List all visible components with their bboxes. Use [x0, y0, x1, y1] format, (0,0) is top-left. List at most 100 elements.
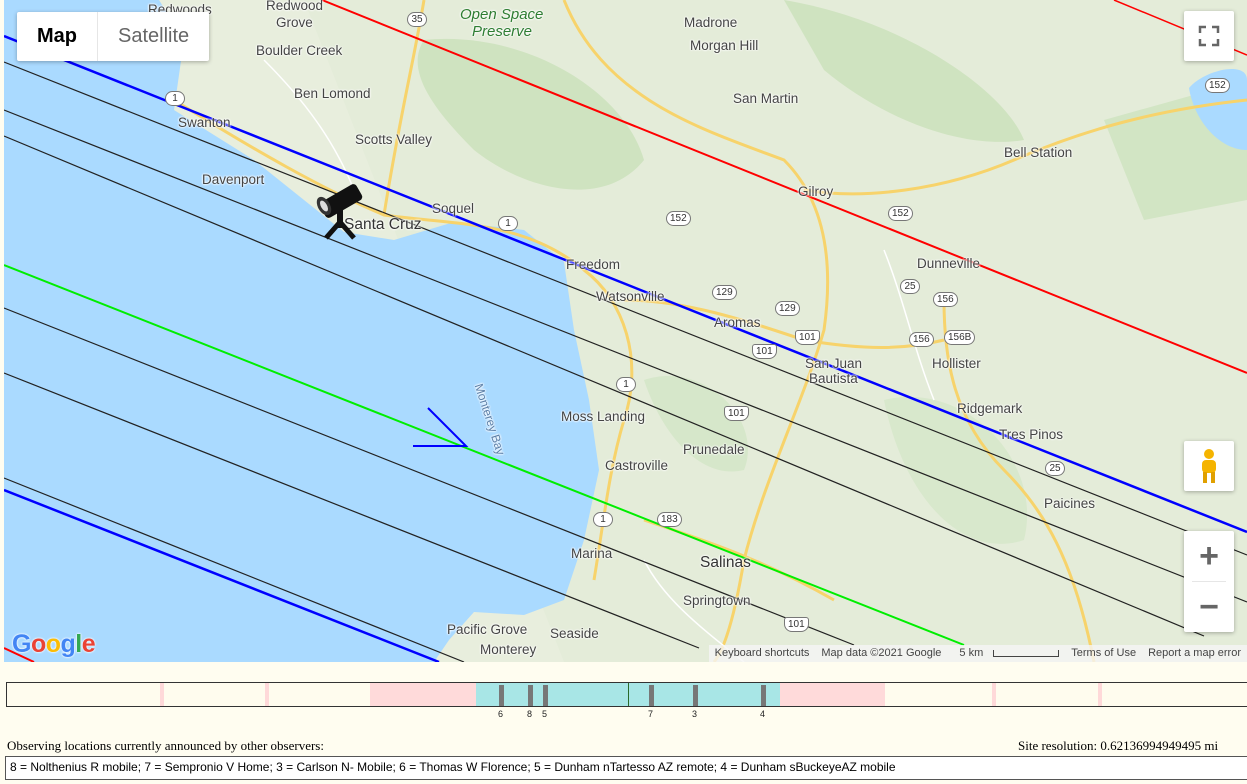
pegman-icon [1202, 449, 1216, 483]
route-shield-icon: 35 [407, 12, 427, 27]
route-shield-icon: 152 [666, 211, 691, 226]
place-label: Moss Landing [561, 409, 646, 424]
place-label: Open Space [460, 6, 544, 23]
route-shield-icon: 1 [498, 216, 518, 231]
telescope-marker-icon[interactable] [310, 172, 372, 240]
route-shield-icon: 101 [784, 617, 809, 632]
place-label: Swanton [178, 115, 231, 130]
place-label: Dunneville [917, 256, 981, 271]
place-label: Soquel [432, 201, 475, 216]
observers-caption: Observing locations currently announced … [7, 738, 324, 753]
place-label: Madrone [684, 15, 738, 30]
route-shield-icon: 101 [752, 344, 777, 359]
tick-label: 7 [648, 709, 654, 719]
place-label: Castroville [605, 458, 669, 473]
observer-tick-5[interactable] [543, 685, 548, 706]
timeline-zone [370, 683, 476, 706]
route-shield-icon: 183 [657, 512, 682, 527]
route-shield-icon: 25 [900, 279, 920, 294]
place-label: San Martin [733, 91, 799, 106]
fullscreen-button[interactable] [1184, 11, 1234, 61]
place-label: Boulder Creek [256, 43, 343, 58]
place-label: Tres Pinos [999, 427, 1064, 442]
place-label: Preserve [472, 23, 533, 40]
tick-label: 4 [760, 709, 766, 719]
place-label: Morgan Hill [690, 38, 759, 53]
observer-tick-7[interactable] [649, 685, 654, 706]
tick-label: 8 [527, 709, 533, 719]
report-map-error-link[interactable]: Report a map error [1142, 645, 1247, 662]
scale-bar [993, 649, 1060, 657]
site-resolution-label: Site resolution: 0.62136994949495 mi [1018, 738, 1219, 753]
place-label: San Juan [805, 356, 863, 371]
route-shield-icon: 156 [909, 332, 934, 347]
place-label: Bell Station [1004, 145, 1073, 160]
place-label: Davenport [202, 172, 265, 187]
route-shield-icon: 25 [1045, 461, 1065, 476]
place-label: Grove [276, 15, 313, 30]
place-label: Paicines [1044, 496, 1096, 511]
map-type-control: Map Satellite [17, 12, 210, 61]
place-label: Salinas [700, 554, 751, 571]
fullscreen-icon [1198, 25, 1220, 47]
place-label: Watsonville [596, 289, 665, 304]
map-type-map-button[interactable]: Map [17, 12, 97, 61]
keyboard-shortcuts-link[interactable]: Keyboard shortcuts [709, 645, 816, 662]
timeline-zone [1098, 683, 1102, 706]
observer-tick-4[interactable] [761, 685, 766, 706]
place-label: Prunedale [683, 442, 745, 457]
route-shield-icon: 152 [888, 206, 913, 221]
place-label: Monterey [480, 642, 537, 657]
route-shield-icon: 101 [795, 330, 820, 345]
route-shield-icon: 129 [775, 301, 800, 316]
place-label: Seaside [550, 626, 599, 641]
observers-list-field[interactable]: 8 = Nolthenius R mobile; 7 = Sempronio V… [5, 756, 1247, 780]
route-shield-icon: 1 [616, 377, 636, 392]
timeline-zone [780, 683, 885, 706]
place-label: Springtown [683, 593, 751, 608]
map-base [4, 0, 1247, 662]
zoom-out-button[interactable]: − [1184, 582, 1234, 632]
place-label: Gilroy [798, 184, 834, 199]
map-canvas[interactable]: Redwoods Redwood Grove Boulder Creek Ben Lom… [4, 0, 1247, 662]
place-label: Pacific Grove [447, 622, 528, 637]
place-label: Aromas [714, 315, 761, 330]
timeline-zone [160, 683, 164, 706]
tick-label: 5 [542, 709, 548, 719]
observer-tick-3[interactable] [693, 685, 698, 706]
timeline-zone [265, 683, 269, 706]
route-shield-icon: 156B [944, 330, 976, 345]
route-shield-icon: 129 [712, 285, 737, 300]
minus-icon: − [1199, 587, 1219, 626]
street-view-pegman-button[interactable] [1184, 441, 1234, 491]
map-attribution-bar: Keyboard shortcuts Map data ©2021 Google… [708, 645, 1247, 662]
timeline-centerline [628, 683, 629, 706]
place-label: Scotts Valley [355, 132, 433, 147]
route-shield-icon: 1 [593, 512, 613, 527]
route-shield-icon: 152 [1205, 78, 1230, 93]
observer-timeline[interactable] [6, 682, 1247, 707]
route-shield-icon: 101 [724, 406, 749, 421]
place-label: Bautista [809, 371, 858, 386]
map-type-satellite-button[interactable]: Satellite [97, 12, 209, 61]
zoom-control: + − [1184, 531, 1234, 632]
observer-tick-6[interactable] [499, 685, 504, 706]
place-label: Hollister [932, 356, 981, 371]
place-label: Freedom [566, 257, 621, 272]
place-label: Marina [571, 546, 613, 561]
place-label: Ridgemark [957, 401, 1023, 416]
scale-control[interactable]: 5 km [947, 645, 1065, 662]
place-label: Redwood [266, 0, 324, 13]
route-shield-icon: 1 [165, 91, 185, 106]
tick-label: 3 [692, 709, 698, 719]
terms-of-use-link[interactable]: Terms of Use [1065, 645, 1142, 662]
tick-label: 6 [498, 709, 504, 719]
place-label: Ben Lomond [294, 86, 371, 101]
map-data-credit: Map data ©2021 Google [821, 647, 942, 659]
observer-tick-8[interactable] [528, 685, 533, 706]
plus-icon: + [1199, 536, 1219, 575]
timeline-zone [992, 683, 996, 706]
google-logo[interactable]: Google [12, 630, 96, 659]
scale-label: 5 km [959, 647, 984, 659]
zoom-in-button[interactable]: + [1184, 531, 1234, 581]
